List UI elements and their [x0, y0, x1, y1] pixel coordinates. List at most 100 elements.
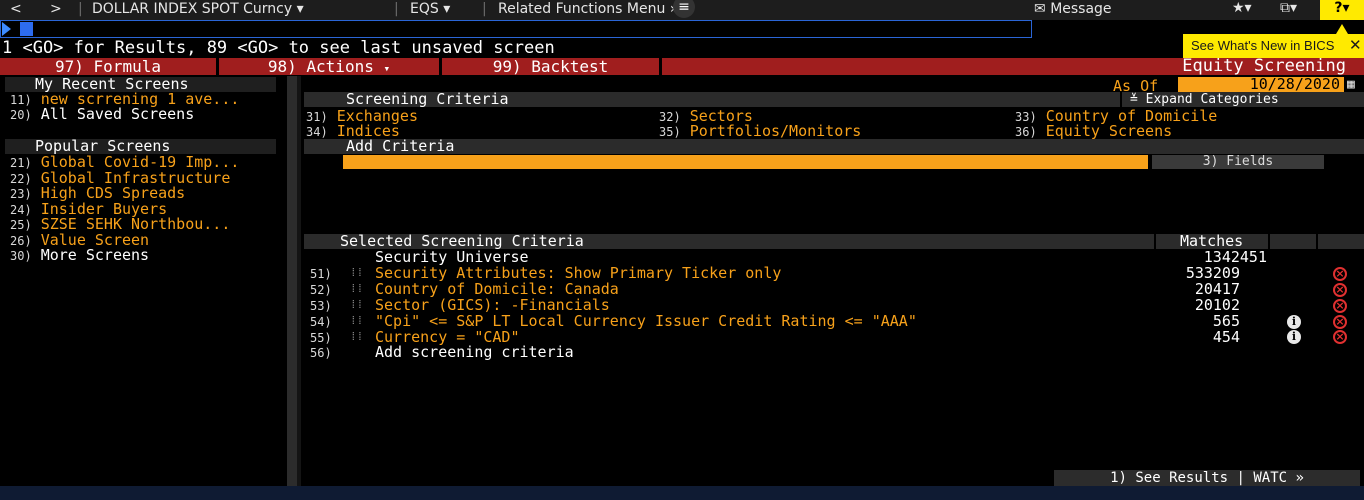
- drag-handle-icon[interactable]: ⁞⁞: [350, 313, 363, 329]
- criteria-row[interactable]: 53) ⁞⁞ Sector (GICS): -Financials: [310, 297, 610, 313]
- item-number: 35): [659, 125, 681, 139]
- criteria-row[interactable]: 54) ⁞⁞ "Cpi" <= S&P LT Local Currency Is…: [310, 313, 917, 329]
- item-number: 32): [659, 110, 681, 124]
- panel-splitter[interactable]: [287, 76, 297, 486]
- function-selector[interactable]: EQS ▾: [410, 1, 450, 17]
- security-selector[interactable]: DOLLAR INDEX SPOT Curncy ▾: [92, 1, 304, 17]
- info-icon[interactable]: i: [1287, 315, 1301, 329]
- command-hint: 1 <GO> for Results, 89 <GO> to see last …: [2, 38, 555, 58]
- close-icon[interactable]: ✕: [1349, 34, 1362, 58]
- see-results-button[interactable]: 1) See Results | WATC »: [1054, 470, 1360, 486]
- message-button[interactable]: ✉ Message: [1034, 1, 1112, 17]
- whats-new-label: See What's New in BICS: [1191, 38, 1335, 53]
- row-number: 53): [310, 299, 332, 313]
- window-icon[interactable]: ⧉▾: [1280, 0, 1297, 16]
- row-number: 51): [310, 267, 332, 281]
- category-link-portfolios[interactable]: 35) Portfolios/Monitors: [659, 123, 861, 139]
- page-title: Equity Screening: [662, 58, 1364, 75]
- tooltip-pointer: [1336, 24, 1348, 34]
- column-divider: [1316, 234, 1318, 249]
- selected-criteria-title: Selected Screening Criteria: [340, 232, 584, 250]
- actions-label: 98) Actions: [267, 57, 374, 76]
- category-link-equity-screens[interactable]: 36) Equity Screens: [1015, 123, 1172, 139]
- item-number: 26): [10, 233, 32, 248]
- item-number: 20): [10, 108, 32, 122]
- sidebar-item-all-saved-screens[interactable]: 20) All Saved Screens: [10, 105, 195, 123]
- divider: |: [482, 1, 487, 17]
- category-label: Portfolios/Monitors: [689, 122, 862, 140]
- criteria-label[interactable]: Country of Domicile: Canada: [375, 281, 619, 297]
- drag-handle-icon[interactable]: ⁞⁞: [350, 281, 363, 297]
- chevron-down-icon: ▾: [296, 1, 304, 17]
- item-number: 21): [10, 156, 32, 170]
- as-of-date-field[interactable]: 10/28/2020: [1178, 77, 1344, 92]
- remove-criteria-icon[interactable]: ×: [1333, 330, 1347, 344]
- double-chevron-down-icon: ≚: [1130, 92, 1138, 107]
- info-icon[interactable]: i: [1287, 330, 1301, 344]
- item-label: All Saved Screens: [40, 105, 195, 123]
- expand-categories-button[interactable]: ≚ Expand Categories: [1122, 92, 1364, 107]
- back-arrow-icon[interactable]: <: [10, 1, 22, 17]
- caret-down-icon: ▾: [383, 62, 391, 75]
- add-criteria-input[interactable]: [343, 155, 1148, 169]
- chevron-down-icon: ▾: [443, 1, 451, 17]
- drag-handle-icon[interactable]: ⁞⁞: [350, 265, 363, 281]
- column-divider: [1268, 234, 1270, 249]
- criteria-label[interactable]: "Cpi" <= S&P LT Local Currency Issuer Cr…: [375, 313, 917, 329]
- favorites-star-icon[interactable]: ★▾: [1232, 0, 1252, 16]
- page-title-label: Equity Screening: [1182, 56, 1346, 76]
- criteria-row[interactable]: 55) ⁞⁞ Currency = "CAD": [310, 329, 520, 345]
- backtest-button[interactable]: 99) Backtest: [442, 58, 659, 75]
- related-functions-menu[interactable]: Related Functions Menu »: [498, 1, 678, 17]
- criteria-row[interactable]: 52) ⁞⁞ Country of Domicile: Canada: [310, 281, 619, 297]
- item-number: 24): [10, 202, 32, 217]
- forward-arrow-icon[interactable]: >: [50, 1, 62, 17]
- help-label: ?: [1334, 0, 1343, 16]
- calendar-icon[interactable]: ▦: [1347, 77, 1355, 92]
- security-universe-label: Security Universe: [375, 248, 529, 266]
- criteria-row[interactable]: 51) ⁞⁞ Security Attributes: Show Primary…: [310, 265, 781, 281]
- hamburger-menu-icon[interactable]: ≡: [673, 0, 695, 18]
- fields-button[interactable]: 3) Fields: [1152, 155, 1324, 169]
- row-number: 55): [310, 331, 332, 345]
- remove-criteria-icon[interactable]: ×: [1333, 315, 1347, 329]
- remove-criteria-icon[interactable]: ×: [1333, 299, 1347, 313]
- command-line-input[interactable]: [0, 20, 1032, 38]
- drag-handle-icon[interactable]: ⁞⁞: [350, 297, 363, 313]
- divider: |: [78, 1, 83, 17]
- function-label: EQS: [410, 1, 439, 17]
- top-toolbar: < > | DOLLAR INDEX SPOT Curncy ▾ | EQS ▾…: [0, 0, 1364, 20]
- criteria-matches: 20102: [1194, 296, 1240, 314]
- command-caret-icon: [2, 22, 11, 36]
- item-label: More Screens: [40, 246, 150, 264]
- popular-screens-header: Popular Screens: [5, 139, 276, 154]
- sidebar-item-more-screens[interactable]: 30) More Screens: [10, 246, 150, 264]
- matches-column-header[interactable]: Matches: [1180, 234, 1243, 249]
- actions-button[interactable]: 98) Actions ▾: [219, 58, 439, 75]
- formula-button[interactable]: 97) Formula: [0, 58, 216, 75]
- security-universe-value: 1342451: [1203, 248, 1267, 266]
- remove-criteria-icon[interactable]: ×: [1333, 267, 1347, 281]
- item-number: 25): [10, 218, 32, 232]
- row-number: 54): [310, 315, 332, 329]
- drag-handle-icon[interactable]: ⁞⁞: [350, 329, 363, 345]
- criteria-label[interactable]: Sector (GICS): -Financials: [375, 297, 610, 313]
- security-label: DOLLAR INDEX SPOT Curncy: [92, 1, 293, 17]
- message-label: Message: [1050, 1, 1112, 17]
- whats-new-banner[interactable]: See What's New in BICS ✕: [1183, 34, 1364, 58]
- expand-categories-label: Expand Categories: [1145, 92, 1279, 107]
- item-number: 31): [306, 110, 328, 124]
- remove-criteria-icon[interactable]: ×: [1333, 283, 1347, 297]
- row-number: 52): [310, 283, 332, 297]
- criteria-matches: 565: [1212, 312, 1240, 330]
- formula-label: 97) Formula: [55, 57, 161, 76]
- criteria-label[interactable]: Security Attributes: Show Primary Ticker…: [375, 265, 781, 281]
- help-button[interactable]: ?▾: [1320, 0, 1364, 20]
- add-screening-criteria-label: Add screening criteria: [375, 343, 574, 361]
- envelope-icon: ✉: [1034, 1, 1046, 17]
- cursor-block: [20, 22, 33, 36]
- add-screening-criteria-row[interactable]: 56) Add screening criteria: [310, 344, 574, 360]
- criteria-matches: 20417: [1194, 280, 1240, 298]
- divider: |: [394, 1, 399, 17]
- item-number: 36): [1015, 125, 1037, 139]
